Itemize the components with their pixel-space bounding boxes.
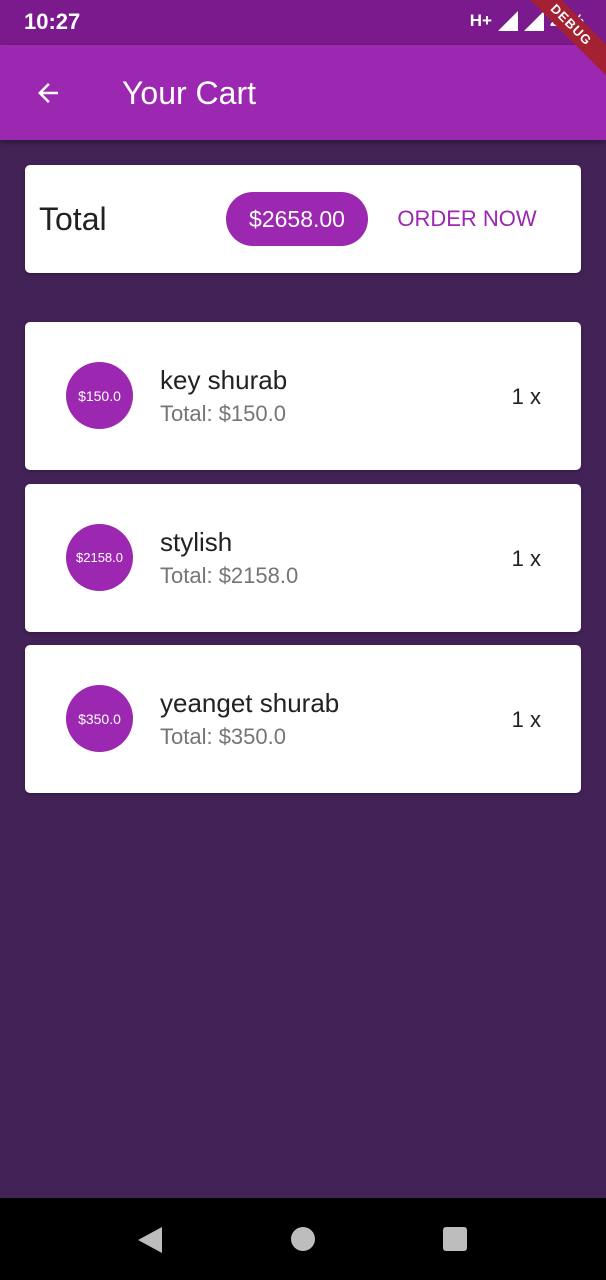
item-price-avatar: $2158.0 xyxy=(66,524,133,591)
item-quantity: 1 x xyxy=(511,546,541,571)
item-total: Total: $350.0 xyxy=(160,724,286,749)
status-time: 10:27 xyxy=(24,9,81,34)
item-title: stylish xyxy=(160,527,233,557)
item-price-avatar: $350.0 xyxy=(66,685,133,752)
item-quantity: 1 x xyxy=(511,707,541,732)
total-label: Total xyxy=(39,201,107,237)
cart-item[interactable]: $350.0 yeanget shurab Total: $350.0 1 x xyxy=(25,645,581,793)
order-now-button[interactable]: ORDER NOW xyxy=(383,195,551,243)
arrow-left-icon xyxy=(38,83,58,103)
nav-home-icon[interactable] xyxy=(291,1227,315,1251)
item-total: Total: $150.0 xyxy=(160,401,286,426)
item-title: key shurab xyxy=(160,365,288,395)
signal-icon-2 xyxy=(523,11,544,31)
cart-item[interactable]: $150.0 key shurab Total: $150.0 1 x xyxy=(25,322,581,470)
nav-back-icon[interactable] xyxy=(138,1227,162,1253)
item-quantity: 1 x xyxy=(511,384,541,409)
signal-icon xyxy=(497,11,518,31)
item-price-avatar: $150.0 xyxy=(66,362,133,429)
system-nav-bar xyxy=(0,1198,606,1280)
total-card: Total $2658.00 ORDER NOW xyxy=(25,165,581,273)
page-title: Your Cart xyxy=(122,75,256,111)
cart-item[interactable]: $2158.0 stylish Total: $2158.0 1 x xyxy=(25,484,581,632)
network-type: H+ xyxy=(469,11,492,30)
nav-recents-icon[interactable] xyxy=(443,1227,467,1251)
total-amount-chip: $2658.00 xyxy=(226,192,368,246)
back-button[interactable] xyxy=(28,73,68,113)
item-total: Total: $2158.0 xyxy=(160,563,299,588)
item-title: yeanget shurab xyxy=(160,688,340,718)
app-bar: Your Cart xyxy=(0,45,606,140)
status-bar: 10:27 H+ 24% xyxy=(0,0,606,45)
